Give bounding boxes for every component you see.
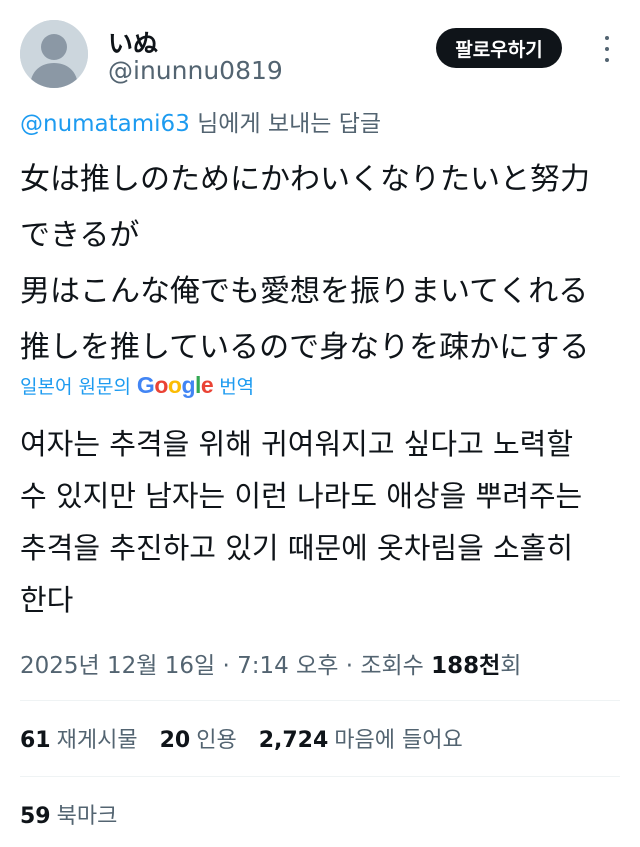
retweets-label: 재게시물 [56,728,138,753]
retweets-count: 61 [20,728,51,753]
quotes-stat[interactable]: 20 인용 [160,722,237,754]
dot-icon [605,58,609,62]
tweet-header: いぬ @inunnu0819 팔로우하기 [0,0,640,100]
tweet-text-line: 男はこんな俺でも愛想を振りまいてくれる [20,274,589,309]
tweet-text: 女は推しのためにかわいくなりたいと努力 できるが 男はこんな俺でも愛想を振りまい… [20,152,630,376]
user-handle[interactable]: @inunnu0819 [108,56,283,85]
google-logo: Google [136,371,214,398]
tweet-metadata: 2025년 12월 16일 · 7:14 오후 · 조회수 188천회 [20,646,521,680]
likes-count: 2,724 [258,728,329,753]
view-count-suffix: 회 [500,653,522,679]
bookmarks-count: 59 [20,804,51,829]
reply-mention-link[interactable]: @numatami63 [20,111,190,137]
retweets-stat[interactable]: 61 재게시물 [20,722,138,754]
display-name[interactable]: いぬ [108,24,158,60]
bookmarks-label: 북마크 [56,804,118,829]
likes-label: 마음에 들어요 [334,728,463,753]
avatar[interactable] [20,20,88,88]
more-options-icon[interactable] [598,36,616,62]
reply-context: @numatami63 님에게 보내는 답글 [20,104,381,138]
quotes-label: 인용 [196,728,237,753]
follow-button[interactable]: 팔로우하기 [436,28,562,68]
tweet-text-line: 女は推しのためにかわいくなりたいと努力 [20,162,590,197]
translation-suffix: 번역 [219,375,255,398]
quotes-count: 20 [159,728,191,753]
default-avatar-icon [20,20,88,88]
dot-icon [605,36,609,40]
tweet-datetime[interactable]: 2025년 12월 16일 · 7:14 오후 · 조회수 [20,653,431,679]
divider [20,700,620,701]
reply-suffix: 님에게 보내는 답글 [189,111,382,137]
engagement-stats: 61 재게시물 20 인용 2,724 마음에 들어요 [20,722,463,754]
divider [20,776,620,777]
bookmarks-stat[interactable]: 59 북마크 [20,798,117,830]
translation-prefix: 일본어 원문의 [20,375,131,398]
tweet-text-line: 推しを推しているので身なりを疎かにする [20,330,590,365]
translation-toggle[interactable]: 일본어 원문의 Google 번역 [20,370,254,400]
translated-text-line: 여자는 추격을 위해 귀여워지고 싶다고 노력할 [20,427,574,461]
tweet-text-line: できるが [20,218,140,253]
dot-icon [605,47,609,51]
translated-text-line: 한다 [20,583,74,617]
translated-text: 여자는 추격을 위해 귀여워지고 싶다고 노력할 수 있지만 남자는 이런 나라… [20,418,630,626]
translated-text-line: 수 있지만 남자는 이런 나라도 애상을 뿌려주는 [20,479,583,513]
translated-text-line: 추격을 추진하고 있기 때문에 옷차림을 소홀히 [20,531,574,565]
view-count: 188천 [431,653,501,679]
likes-stat[interactable]: 2,724 마음에 들어요 [259,722,463,754]
